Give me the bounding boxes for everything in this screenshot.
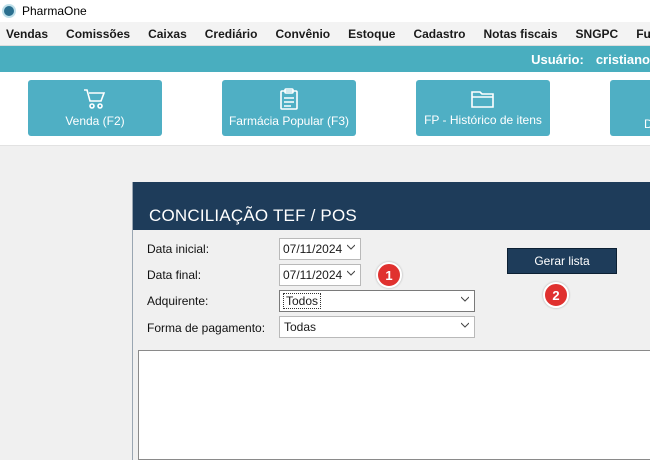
menu-cadastro[interactable]: Cadastro <box>413 27 465 41</box>
clipboard-icon <box>280 88 298 110</box>
fourth-toolbar-button[interactable]: D <box>610 80 650 136</box>
farmacia-popular-button[interactable]: Farmácia Popular (F3) <box>222 80 356 136</box>
venda-button[interactable]: Venda (F2) <box>28 80 162 136</box>
menu-funcoes[interactable]: Funções a <box>636 27 650 41</box>
fp-historico-label: FP - Histórico de itens <box>424 113 542 127</box>
data-final-picker[interactable]: 07/11/2024 <box>279 264 361 286</box>
user-name: cristiano <box>595 51 650 67</box>
menu-vendas[interactable]: Vendas <box>6 27 48 41</box>
results-list[interactable] <box>138 350 650 460</box>
adquirente-select[interactable]: Todos <box>279 290 475 312</box>
menu-caixas[interactable]: Caixas <box>148 27 187 41</box>
step-badge-2: 2 <box>543 282 569 308</box>
data-inicial-picker[interactable]: 07/11/2024 <box>279 238 361 260</box>
user-bar: Usuário: cristiano <box>0 46 650 72</box>
menu-bar: Vendas Comissões Caixas Crediário Convên… <box>0 22 650 46</box>
adquirente-value: Todos <box>282 293 322 309</box>
user-label: Usuário: <box>531 51 584 67</box>
menu-estoque[interactable]: Estoque <box>348 27 395 41</box>
cart-icon <box>84 89 106 109</box>
panel-title: CONCILIAÇÃO TEF / POS <box>133 182 650 230</box>
chevron-down-icon <box>347 270 355 276</box>
gerar-lista-button[interactable]: Gerar lista <box>507 248 617 274</box>
conciliacao-panel: CONCILIAÇÃO TEF / POS Data inicial: 07/1… <box>132 182 650 460</box>
data-final-label: Data final: <box>147 268 202 282</box>
app-logo-icon <box>2 4 16 18</box>
window-titlebar: PharmaOne <box>0 0 650 22</box>
folder-icon <box>471 91 494 108</box>
fp-historico-button[interactable]: FP - Histórico de itens <box>416 80 550 136</box>
data-final-value: 07/11/2024 <box>283 268 343 282</box>
menu-comissoes[interactable]: Comissões <box>66 27 130 41</box>
data-inicial-label: Data inicial: <box>147 242 210 256</box>
menu-crediario[interactable]: Crediário <box>205 27 258 41</box>
forma-pagamento-label: Forma de pagamento: <box>147 321 266 335</box>
chevron-down-icon <box>461 322 469 328</box>
adquirente-label: Adquirente: <box>147 294 209 308</box>
quick-toolbar: Venda (F2) Farmácia Popular (F3) FP - Hi… <box>0 72 650 146</box>
chevron-down-icon <box>347 244 355 250</box>
forma-pagamento-select[interactable]: Todas <box>279 316 475 338</box>
forma-pagamento-value: Todas <box>284 320 317 334</box>
farmacia-popular-label: Farmácia Popular (F3) <box>228 114 350 128</box>
window-title: PharmaOne <box>22 4 87 18</box>
data-inicial-value: 07/11/2024 <box>283 242 343 256</box>
menu-notas-fiscais[interactable]: Notas fiscais <box>483 27 557 41</box>
venda-button-label: Venda (F2) <box>65 114 125 128</box>
menu-convenio[interactable]: Convênio <box>275 27 330 41</box>
fourth-toolbar-label: D <box>644 117 650 131</box>
chevron-down-icon <box>461 296 469 302</box>
menu-sngpc[interactable]: SNGPC <box>576 27 619 41</box>
step-badge-1: 1 <box>376 262 402 288</box>
